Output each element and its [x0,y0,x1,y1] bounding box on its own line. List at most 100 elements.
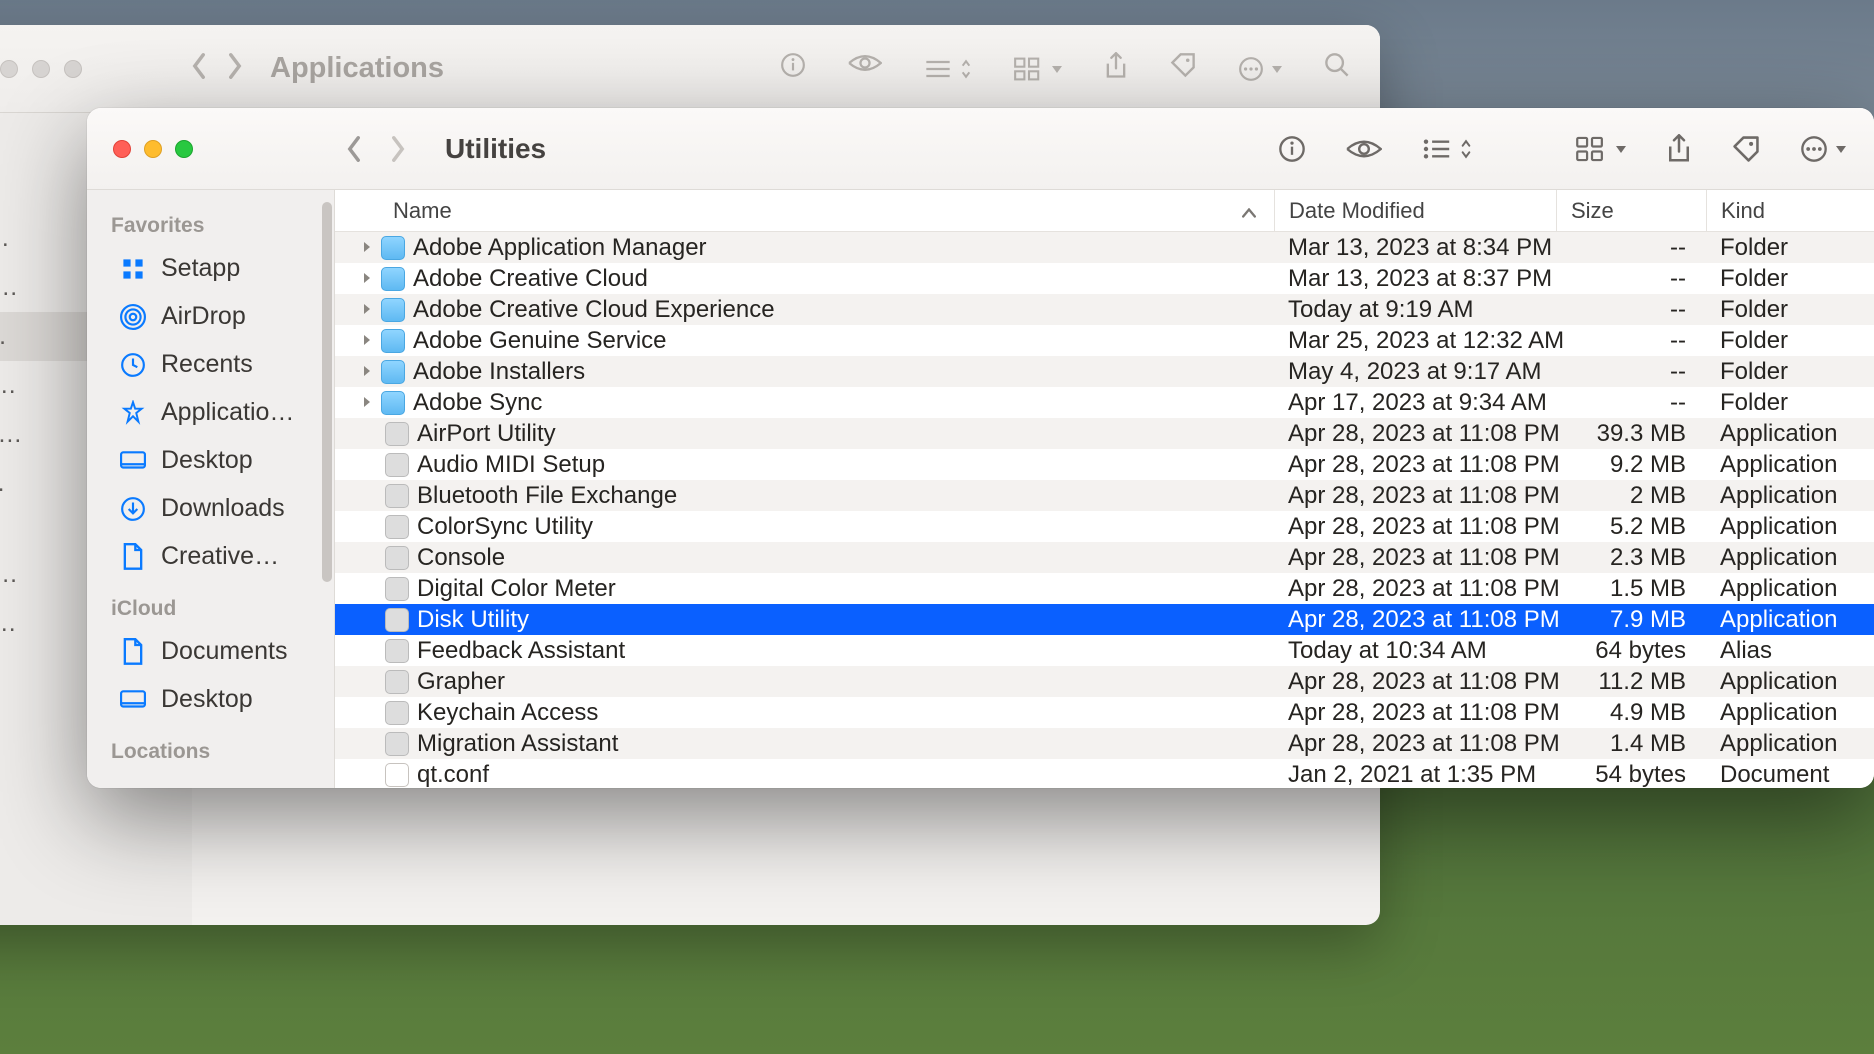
file-name: Adobe Creative Cloud Experience [413,296,1274,324]
file-row[interactable]: Migration AssistantApr 28, 2023 at 11:08… [335,728,1874,759]
disclosure-triangle-icon[interactable] [355,392,379,413]
file-kind: Folder [1706,265,1874,293]
group-button[interactable] [1576,136,1626,162]
file-row[interactable]: Adobe InstallersMay 4, 2023 at 9:17 AM--… [335,356,1874,387]
bg-forward-icon [226,52,244,85]
app-icon [385,670,409,694]
disclosure-triangle-icon[interactable] [355,330,379,351]
file-kind: Folder [1706,296,1874,324]
icloud-header: iCloud [87,581,334,627]
file-kind: Alias [1706,637,1874,665]
app-icon [385,639,409,663]
file-row[interactable]: qt.confJan 2, 2021 at 1:35 PM54 bytesDoc… [335,759,1874,788]
file-size: -- [1556,265,1706,293]
file-row[interactable]: Feedback AssistantToday at 10:34 AM64 by… [335,635,1874,666]
file-date: Apr 28, 2023 at 11:08 PM [1274,451,1556,479]
file-size: 1.4 MB [1556,730,1706,758]
action-button[interactable] [1800,135,1846,163]
airdrop-icon [119,303,147,331]
file-row[interactable]: Digital Color MeterApr 28, 2023 at 11:08… [335,573,1874,604]
sidebar-item-desktop[interactable]: Desktop [97,676,324,723]
file-name: Adobe Genuine Service [413,327,1274,355]
column-size[interactable]: Size [1556,190,1706,231]
file-size: 9.2 MB [1556,451,1706,479]
bg-group-icon [1014,52,1062,85]
sidebar-item-creative[interactable]: Creative… [97,533,324,580]
file-row[interactable]: Adobe Creative Cloud ExperienceToday at … [335,294,1874,325]
column-name[interactable]: Name [393,198,1274,224]
disclosure-triangle-icon[interactable] [355,299,379,320]
sidebar-item-setapp[interactable]: Setapp [97,245,324,292]
file-size: 39.3 MB [1556,420,1706,448]
forward-button[interactable] [389,135,407,163]
folder-icon [381,329,405,353]
sidebar-item-applicatio[interactable]: Applicatio… [97,389,324,436]
file-name: ColorSync Utility [417,513,1274,541]
file-size: 64 bytes [1556,637,1706,665]
bg-back-icon [190,52,208,85]
bg-toolbar: Applications [0,25,1380,113]
quicklook-button[interactable] [1346,137,1382,161]
file-kind: Application [1706,451,1874,479]
sidebar-item-desktop[interactable]: Desktop [97,437,324,484]
file-name: AirPort Utility [417,420,1274,448]
file-row[interactable]: Bluetooth File ExchangeApr 28, 2023 at 1… [335,480,1874,511]
file-row[interactable]: ConsoleApr 28, 2023 at 11:08 PM2.3 MBApp… [335,542,1874,573]
sidebar-item-documents[interactable]: Documents [97,628,324,675]
close-button[interactable] [113,140,131,158]
sidebar-item-downloads[interactable]: Downloads [97,485,324,532]
file-date: May 4, 2023 at 9:17 AM [1274,358,1556,386]
file-name: Adobe Creative Cloud [413,265,1274,293]
file-size: 1.5 MB [1556,575,1706,603]
file-name: Adobe Sync [413,389,1274,417]
file-row[interactable]: Adobe Application ManagerMar 13, 2023 at… [335,232,1874,263]
desktop-icon [119,447,147,475]
sidebar-item-airdrop[interactable]: AirDrop [97,293,324,340]
sidebar-item-label: Setapp [161,254,240,283]
file-row[interactable]: Adobe Genuine ServiceMar 25, 2023 at 12:… [335,325,1874,356]
bg-info-icon [780,52,806,85]
disclosure-triangle-icon[interactable] [355,361,379,382]
column-date-modified[interactable]: Date Modified [1274,190,1556,231]
file-kind: Application [1706,513,1874,541]
file-size: 11.2 MB [1556,668,1706,696]
minimize-button[interactable] [144,140,162,158]
file-kind: Application [1706,544,1874,572]
app-icon [385,546,409,570]
file-date: Today at 9:19 AM [1274,296,1556,324]
file-date: Apr 28, 2023 at 11:08 PM [1274,668,1556,696]
file-name: Adobe Application Manager [413,234,1274,262]
tag-button[interactable] [1732,135,1760,163]
finder-window: Utilities [87,108,1874,788]
file-row[interactable]: AirPort UtilityApr 28, 2023 at 11:08 PM3… [335,418,1874,449]
file-name: Audio MIDI Setup [417,451,1274,479]
sidebar-scrollbar[interactable] [322,202,332,776]
file-date: Jan 2, 2021 at 1:35 PM [1274,761,1556,789]
file-kind: Folder [1706,327,1874,355]
app-icon [385,732,409,756]
file-row[interactable]: Audio MIDI SetupApr 28, 2023 at 11:08 PM… [335,449,1874,480]
file-row[interactable]: GrapherApr 28, 2023 at 11:08 PM11.2 MBAp… [335,666,1874,697]
back-button[interactable] [345,135,363,163]
view-mode-button[interactable] [1422,138,1472,160]
column-kind[interactable]: Kind [1706,190,1874,231]
file-row[interactable]: Adobe SyncApr 17, 2023 at 9:34 AM--Folde… [335,387,1874,418]
file-kind: Document [1706,761,1874,789]
file-row[interactable]: Keychain AccessApr 28, 2023 at 11:08 PM4… [335,697,1874,728]
sidebar-scroll-thumb[interactable] [322,202,332,582]
disclosure-triangle-icon[interactable] [355,268,379,289]
apps-icon [119,399,147,427]
zoom-button[interactable] [175,140,193,158]
disclosure-triangle-icon[interactable] [355,237,379,258]
app-icon [385,701,409,725]
file-row[interactable]: Adobe Creative CloudMar 13, 2023 at 8:37… [335,263,1874,294]
sidebar-item-recents[interactable]: Recents [97,341,324,388]
column-headers: Name Date Modified Size Kind [335,190,1874,232]
file-row[interactable]: Disk UtilityApr 28, 2023 at 11:08 PM7.9 … [335,604,1874,635]
file-row[interactable]: ColorSync UtilityApr 28, 2023 at 11:08 P… [335,511,1874,542]
file-kind: Application [1706,606,1874,634]
file-kind: Application [1706,482,1874,510]
share-button[interactable] [1666,134,1692,164]
info-button[interactable] [1278,135,1306,163]
file-kind: Application [1706,575,1874,603]
